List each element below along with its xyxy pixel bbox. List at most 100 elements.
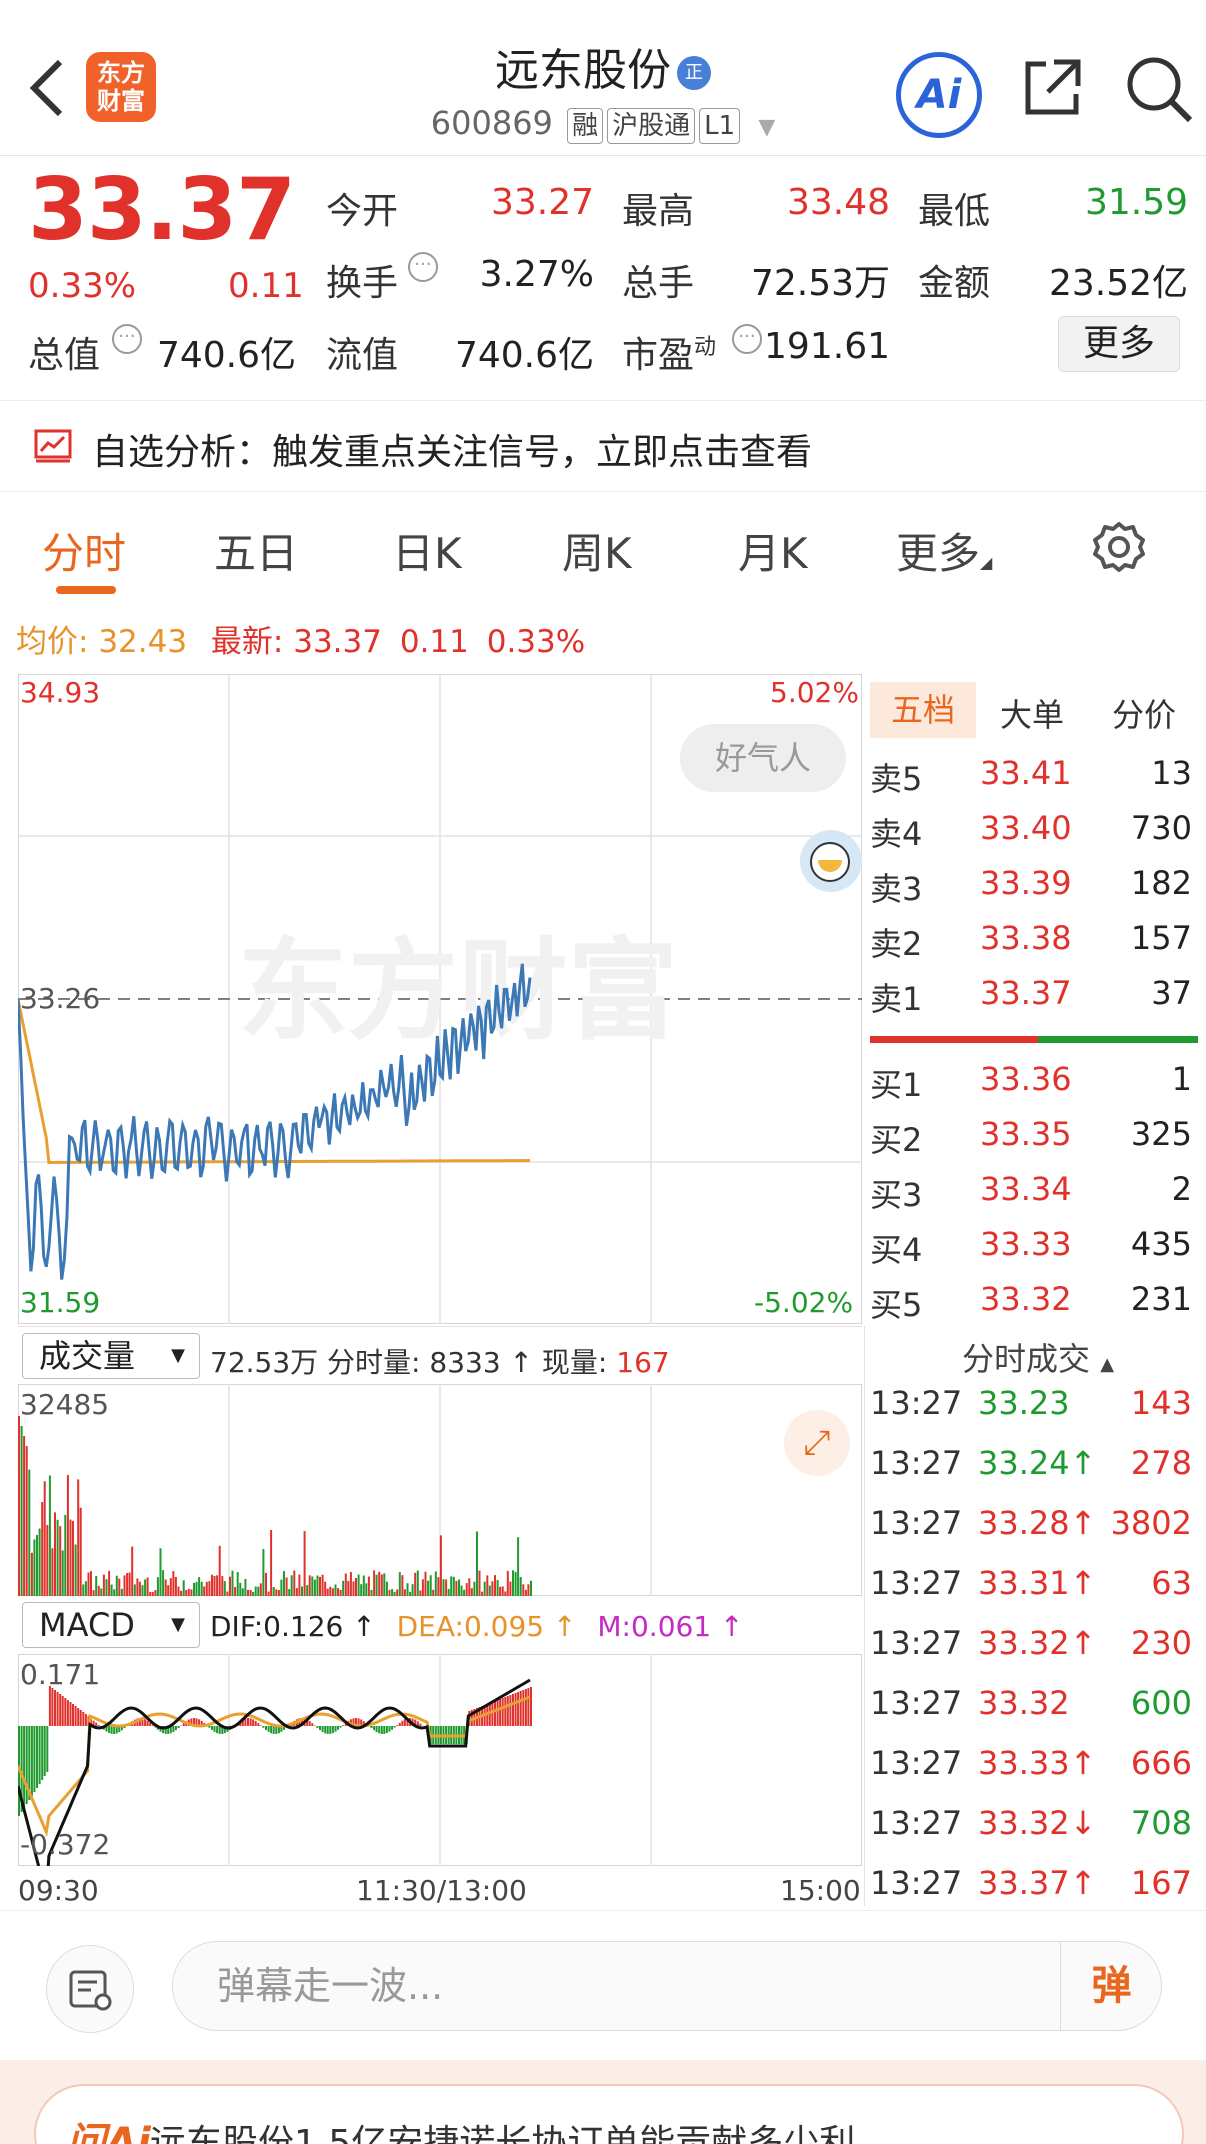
tick-volume: 143	[1130, 1384, 1192, 1422]
macd-bar	[216, 1726, 219, 1734]
tick-price: 33.32↑	[978, 1624, 1097, 1662]
macd-bar	[25, 1726, 28, 1804]
volume-bar	[156, 1577, 159, 1596]
tab-five-day[interactable]: 五日	[214, 520, 298, 581]
ask-row[interactable]: 卖5 33.41 13	[870, 754, 1200, 808]
volume-bar	[33, 1539, 36, 1596]
tab-price-distribution[interactable]: 分价	[1112, 690, 1176, 736]
verified-badge-icon: 正	[677, 56, 711, 90]
volume-bar	[434, 1571, 437, 1596]
y-axis-mid: 33.26	[20, 982, 101, 1015]
float-value: 740.6亿	[454, 335, 594, 376]
tab-more[interactable]: 更多◢	[896, 520, 992, 581]
volume-bar	[169, 1578, 172, 1596]
macd-chart[interactable]	[18, 1654, 862, 1866]
mascot-icon[interactable]	[800, 830, 862, 892]
share-icon[interactable]	[1020, 56, 1084, 120]
top-header: 东方 财富 远东股份正 600869 融沪股通 L1 ▼ Ai	[0, 0, 1206, 156]
danmaku-input[interactable]: 弹幕走一波...	[172, 1941, 1162, 2031]
info-icon[interactable]: ···	[112, 324, 142, 354]
ask-row[interactable]: 卖1 33.37 37	[870, 974, 1200, 1028]
tick-row: 13:27 33.32 600	[870, 1684, 1200, 1740]
indicator-select-volume[interactable]: 成交量 ▼	[22, 1333, 200, 1379]
bid-row[interactable]: 买3 33.34 2	[870, 1170, 1200, 1224]
volume-bar	[280, 1579, 283, 1596]
settings-doc-icon[interactable]	[46, 1945, 134, 2033]
volume-bar	[100, 1588, 103, 1596]
volume-bar	[288, 1589, 291, 1596]
volume-bar	[380, 1574, 383, 1596]
volume-bar	[257, 1586, 260, 1596]
volume-bar	[403, 1589, 406, 1596]
volume-bar	[478, 1570, 481, 1596]
settings-gear-icon[interactable]	[1092, 520, 1146, 574]
ai-button[interactable]: Ai	[896, 52, 982, 138]
search-icon[interactable]	[1124, 54, 1194, 124]
volume-bar	[48, 1475, 51, 1596]
macd-bar	[108, 1726, 111, 1733]
ticks-title[interactable]: 分时成交 ▲	[962, 1334, 1114, 1380]
tick-price: 33.33↑	[978, 1744, 1097, 1782]
volume-bar	[59, 1526, 62, 1596]
macd-bar	[530, 1687, 532, 1726]
macd-bar	[517, 1692, 520, 1726]
tab-weekly-k[interactable]: 周K	[562, 520, 632, 581]
tab-daily-k[interactable]: 日K	[392, 520, 462, 581]
bid-row[interactable]: 买2 33.35 325	[870, 1115, 1200, 1169]
tick-volume: 230	[1130, 1624, 1192, 1662]
bid-price: 33.33	[980, 1225, 1072, 1263]
ask-row[interactable]: 卖2 33.38 157	[870, 919, 1200, 973]
tab-monthly-k[interactable]: 月K	[738, 520, 808, 581]
banner-text: 自选分析：触发重点关注信号，立即点击查看	[92, 432, 813, 473]
ask-price: 33.39	[980, 864, 1072, 902]
last-value: 33.37	[293, 624, 382, 660]
bid-row[interactable]: 买1 33.36 1	[870, 1060, 1200, 1114]
stock-name: 远东股份	[495, 45, 671, 96]
volume-bar	[303, 1531, 306, 1596]
volume-bar	[514, 1571, 517, 1596]
tick-row: 13:27 33.32↑ 230	[870, 1624, 1200, 1680]
change-pct-value: 0.33%	[486, 624, 586, 660]
more-button[interactable]: 更多	[1058, 316, 1180, 372]
macd-bar	[339, 1726, 342, 1728]
volume-bar	[447, 1588, 450, 1596]
chart-alert-icon	[34, 429, 72, 463]
tab-five-levels[interactable]: 五档	[870, 682, 976, 738]
info-icon[interactable]: ···	[408, 252, 438, 282]
danmaku-send-button[interactable]: 弹	[1060, 1941, 1162, 2031]
expand-icon[interactable]: ⤢	[784, 1410, 850, 1476]
volume-bar	[211, 1574, 213, 1596]
ask-row[interactable]: 卖3 33.39 182	[870, 864, 1200, 918]
pe-sup: 动	[694, 335, 717, 360]
volume-bar	[483, 1581, 486, 1596]
volume-bar	[231, 1570, 234, 1596]
volume-bar	[90, 1571, 92, 1596]
macd-top-label: 0.171	[20, 1658, 101, 1691]
volume-bar	[450, 1576, 453, 1596]
macd-bar	[324, 1726, 327, 1734]
volume-bar	[208, 1581, 211, 1596]
sentiment-bubble[interactable]: 好气人	[680, 724, 846, 792]
ask-row[interactable]: 卖4 33.40 730	[870, 809, 1200, 863]
volume-bar	[396, 1589, 399, 1596]
volume-bar	[355, 1578, 357, 1596]
tab-intraday[interactable]: 分时	[42, 520, 126, 581]
macd-bar	[46, 1726, 49, 1772]
tab-big-orders[interactable]: 大单	[1000, 690, 1064, 736]
volume-bar	[306, 1585, 309, 1596]
tick-volume: 167	[1130, 1864, 1192, 1902]
bid-row[interactable]: 买4 33.33 435	[870, 1225, 1200, 1279]
tag-margin: 融	[567, 108, 604, 144]
volume-bar	[349, 1572, 352, 1596]
tick-time: 13:27	[870, 1684, 963, 1722]
indicator-select-macd[interactable]: MACD ▼	[22, 1602, 200, 1648]
volume-bar	[198, 1577, 201, 1596]
volume-bar	[486, 1575, 489, 1596]
volume-bar	[527, 1584, 530, 1596]
volume-chart[interactable]	[18, 1384, 862, 1596]
analysis-banner[interactable]: 自选分析：触发重点关注信号，立即点击查看	[0, 400, 1206, 492]
volume-bar	[517, 1537, 520, 1596]
change-value: 0.11	[399, 624, 469, 660]
volume-header: 成交量 ▼ 72.53万 分时量: 8333 ↑ 现量: 167	[18, 1326, 862, 1384]
dropdown-icon[interactable]: ▼	[758, 115, 775, 140]
